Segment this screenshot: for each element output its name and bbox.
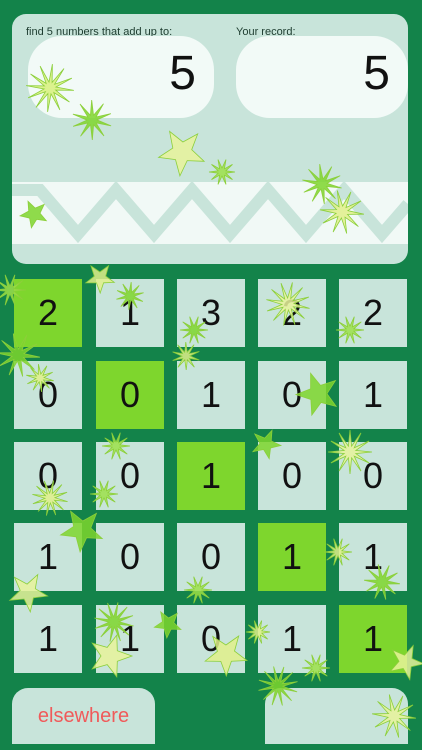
score-panel: find 5 numbers that add up to: Your reco… — [12, 14, 408, 264]
number-tile[interactable]: 2 — [14, 279, 82, 347]
record-value: 5 — [363, 47, 390, 100]
number-tile[interactable]: 0 — [96, 361, 164, 429]
record-box: 5 — [236, 36, 408, 118]
number-tile[interactable]: 1 — [258, 523, 326, 591]
number-tile[interactable]: 1 — [339, 523, 407, 591]
number-tile[interactable]: 1 — [96, 279, 164, 347]
number-tile[interactable]: 0 — [339, 442, 407, 510]
number-tile[interactable]: 0 — [177, 523, 245, 591]
target-value: 5 — [169, 47, 196, 100]
number-tile[interactable]: 2 — [258, 279, 326, 347]
target-box: 5 — [28, 36, 214, 118]
number-tile[interactable]: 0 — [258, 361, 326, 429]
number-tile[interactable]: 0 — [96, 523, 164, 591]
right-button[interactable] — [265, 688, 408, 744]
zigzag-band — [12, 180, 408, 244]
elsewhere-button[interactable]: elsewhere — [12, 688, 155, 744]
number-tile[interactable]: 1 — [96, 605, 164, 673]
number-tile[interactable]: 2 — [339, 279, 407, 347]
number-tile[interactable]: 0 — [14, 442, 82, 510]
number-tile[interactable]: 3 — [177, 279, 245, 347]
number-tile[interactable]: 0 — [177, 605, 245, 673]
number-tile[interactable]: 0 — [258, 442, 326, 510]
number-tile[interactable]: 1 — [177, 361, 245, 429]
number-tile[interactable]: 1 — [339, 361, 407, 429]
number-tile[interactable]: 1 — [14, 523, 82, 591]
number-tile[interactable]: 1 — [14, 605, 82, 673]
number-tile[interactable]: 1 — [258, 605, 326, 673]
number-tile[interactable]: 0 — [96, 442, 164, 510]
zigzag-decoration — [12, 180, 408, 244]
number-tile[interactable]: 1 — [339, 605, 407, 673]
number-tile[interactable]: 0 — [14, 361, 82, 429]
number-tile[interactable]: 1 — [177, 442, 245, 510]
